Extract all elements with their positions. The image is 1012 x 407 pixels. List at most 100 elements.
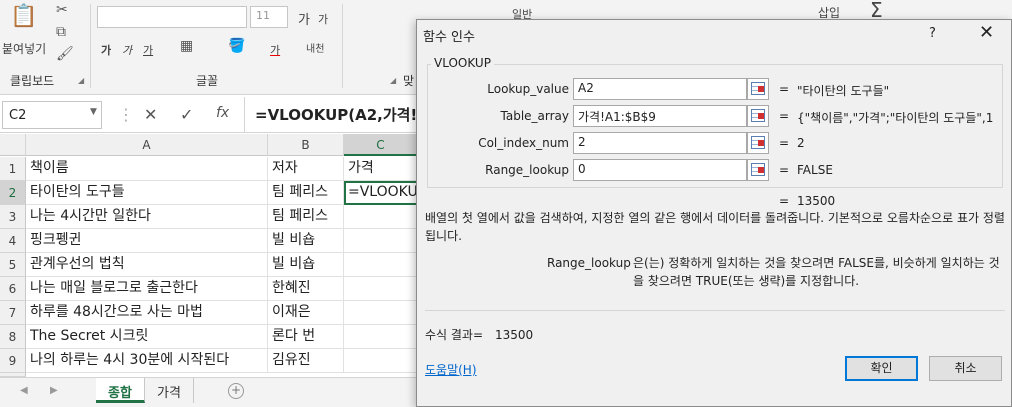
alignment-group-label: 맞 xyxy=(403,74,415,88)
cell-b6[interactable]: 한혜진 xyxy=(268,277,344,301)
range-select-icon xyxy=(751,109,765,122)
decrease-font-button[interactable]: 가 xyxy=(318,11,328,27)
row-header[interactable]: 2 xyxy=(0,181,26,205)
increase-font-button[interactable]: 가 xyxy=(298,9,310,28)
select-all-corner[interactable] xyxy=(0,134,26,156)
cancel-formula-icon[interactable]: ✕ xyxy=(144,105,157,124)
phonetic-button[interactable]: 내천 xyxy=(306,40,324,55)
group-divider xyxy=(90,4,91,88)
cell-c6[interactable] xyxy=(344,277,418,301)
cell-c2[interactable]: =VLOOKUP xyxy=(344,181,418,205)
next-sheet-icon[interactable]: ▶ xyxy=(50,385,58,396)
cancel-button[interactable]: 취소 xyxy=(929,356,1002,381)
paste-button[interactable]: 붙여넣기 xyxy=(2,40,46,57)
cell-a3[interactable]: 나는 4시간만 일한다 xyxy=(26,205,268,229)
dialog-help-button[interactable]: ? xyxy=(929,26,936,41)
underline-button[interactable]: 가 xyxy=(143,42,153,58)
table-array-result: {"책이름","가격";"타이탄의 도구들",1 xyxy=(797,111,994,125)
cell-c3[interactable] xyxy=(344,205,418,229)
range-lookup-input[interactable]: 0 xyxy=(573,159,747,181)
arg-label-table-array: Table_array xyxy=(500,109,570,123)
lookup-value-result: "타이탄의 도구들" xyxy=(797,84,890,98)
name-box[interactable]: C2 xyxy=(2,101,102,129)
sheet-tab-summary[interactable]: 종합 xyxy=(96,378,145,403)
cell-b7[interactable]: 이재은 xyxy=(268,301,344,325)
prev-sheet-icon[interactable]: ◀ xyxy=(20,385,28,396)
col-index-num-result: 2 xyxy=(797,136,805,150)
row-header[interactable]: 4 xyxy=(0,229,26,253)
col-index-num-collapse-button[interactable] xyxy=(747,132,769,154)
clipboard-launcher-icon[interactable]: ◢ xyxy=(78,76,84,85)
copy-icon[interactable]: ⧉ xyxy=(56,24,66,40)
cut-icon[interactable]: ✂ xyxy=(56,2,68,18)
function-arguments-dialog: 함수 인수 ? ✕ VLOOKUP Lookup_value A2 = "타이탄… xyxy=(416,19,1012,407)
group-divider xyxy=(342,4,343,88)
sheet-tab-price[interactable]: 가격 xyxy=(145,378,194,403)
cell-a6[interactable]: 나는 매일 블로그로 출근한다 xyxy=(26,277,268,301)
cell-a7[interactable]: 하루를 48시간으로 사는 마법 xyxy=(26,301,268,325)
enter-formula-icon[interactable]: ✓ xyxy=(180,105,193,124)
cell-c8[interactable] xyxy=(344,325,418,349)
arg-help-name: Range_lookup xyxy=(547,256,631,270)
column-header-b[interactable]: B xyxy=(268,134,344,156)
row-header[interactable]: 7 xyxy=(0,301,26,325)
range-lookup-collapse-button[interactable] xyxy=(747,159,769,181)
insert-function-button[interactable]: fx xyxy=(216,105,229,121)
dialog-close-button[interactable]: ✕ xyxy=(979,22,994,43)
cell-c5[interactable] xyxy=(344,253,418,277)
range-select-icon xyxy=(751,163,765,176)
cell-a2[interactable]: 타이탄의 도구들 xyxy=(26,181,268,205)
ok-button[interactable]: 확인 xyxy=(845,356,918,381)
cell-b3[interactable]: 팀 페리스 xyxy=(268,205,344,229)
column-header-c[interactable]: C xyxy=(344,134,418,156)
font-name-combobox[interactable] xyxy=(97,6,247,28)
border-icon[interactable]: ▦ xyxy=(180,38,193,54)
function-description: 배열의 첫 열에서 값을 검색하여, 지정한 열의 같은 행에서 데이터를 돌려… xyxy=(425,211,1005,243)
arg-label-range-lookup: Range_lookup xyxy=(485,163,569,177)
cell-b4[interactable]: 빌 비숍 xyxy=(268,229,344,253)
row-header[interactable]: 3 xyxy=(0,205,26,229)
table-array-collapse-button[interactable] xyxy=(747,105,769,127)
cell-a9[interactable]: 나의 하루는 4시 30분에 시작된다 xyxy=(26,349,268,373)
clipboard-group-label: 클립보드 xyxy=(10,74,55,88)
overall-result: 13500 xyxy=(797,194,836,208)
name-box-dropdown-icon[interactable]: ▼ xyxy=(90,107,97,117)
col-index-num-input[interactable]: 2 xyxy=(573,132,747,154)
formula-result-value: 13500 xyxy=(495,328,534,342)
help-link[interactable]: 도움말(H) xyxy=(425,361,477,378)
cell-a4[interactable]: 핑크펭귄 xyxy=(26,229,268,253)
paste-icon[interactable]: 📋 xyxy=(10,4,37,29)
table-array-input[interactable]: 가격!A1:$B$9 xyxy=(573,105,747,127)
cell-c9[interactable] xyxy=(344,349,418,373)
row-header[interactable]: 5 xyxy=(0,253,26,277)
function-name: VLOOKUP xyxy=(431,56,494,70)
bold-button[interactable]: 가 xyxy=(101,42,111,58)
cell-b1[interactable]: 저자 xyxy=(268,157,344,181)
row-header[interactable]: 8 xyxy=(0,325,26,349)
lookup-value-input[interactable]: A2 xyxy=(573,78,747,100)
cell-c4[interactable] xyxy=(344,229,418,253)
font-launcher-icon[interactable]: ◢ xyxy=(390,76,396,85)
format-painter-icon[interactable]: 🖌 xyxy=(56,46,74,62)
fill-color-icon[interactable]: 🪣 xyxy=(228,38,245,54)
cell-c7[interactable] xyxy=(344,301,418,325)
cell-b8[interactable]: 론다 번 xyxy=(268,325,344,349)
lookup-value-collapse-button[interactable] xyxy=(747,78,769,100)
add-sheet-button[interactable]: + xyxy=(228,383,244,399)
cell-b2[interactable]: 팀 페리스 xyxy=(268,181,344,205)
row-header[interactable]: 1 xyxy=(0,157,26,181)
cell-b5[interactable]: 빌 비숍 xyxy=(268,253,344,277)
cell-a8[interactable]: The Secret 시크릿 xyxy=(26,325,268,349)
font-color-button[interactable]: 가 xyxy=(270,42,280,58)
italic-button[interactable]: 가 xyxy=(122,42,132,58)
cell-c1[interactable]: 가격 xyxy=(344,157,418,181)
cell-a1[interactable]: 책이름 xyxy=(26,157,268,181)
cell-a5[interactable]: 관계우선의 법칙 xyxy=(26,253,268,277)
arg-equals: = xyxy=(779,82,790,96)
column-header-a[interactable]: A xyxy=(26,134,268,156)
arg-label-lookup-value: Lookup_value xyxy=(487,82,569,96)
cell-b9[interactable]: 김유진 xyxy=(268,349,344,373)
row-header[interactable]: 9 xyxy=(0,349,26,373)
row-header[interactable]: 6 xyxy=(0,277,26,301)
formula-input[interactable]: =VLOOKUP(A2,가격!A1 xyxy=(244,97,424,133)
